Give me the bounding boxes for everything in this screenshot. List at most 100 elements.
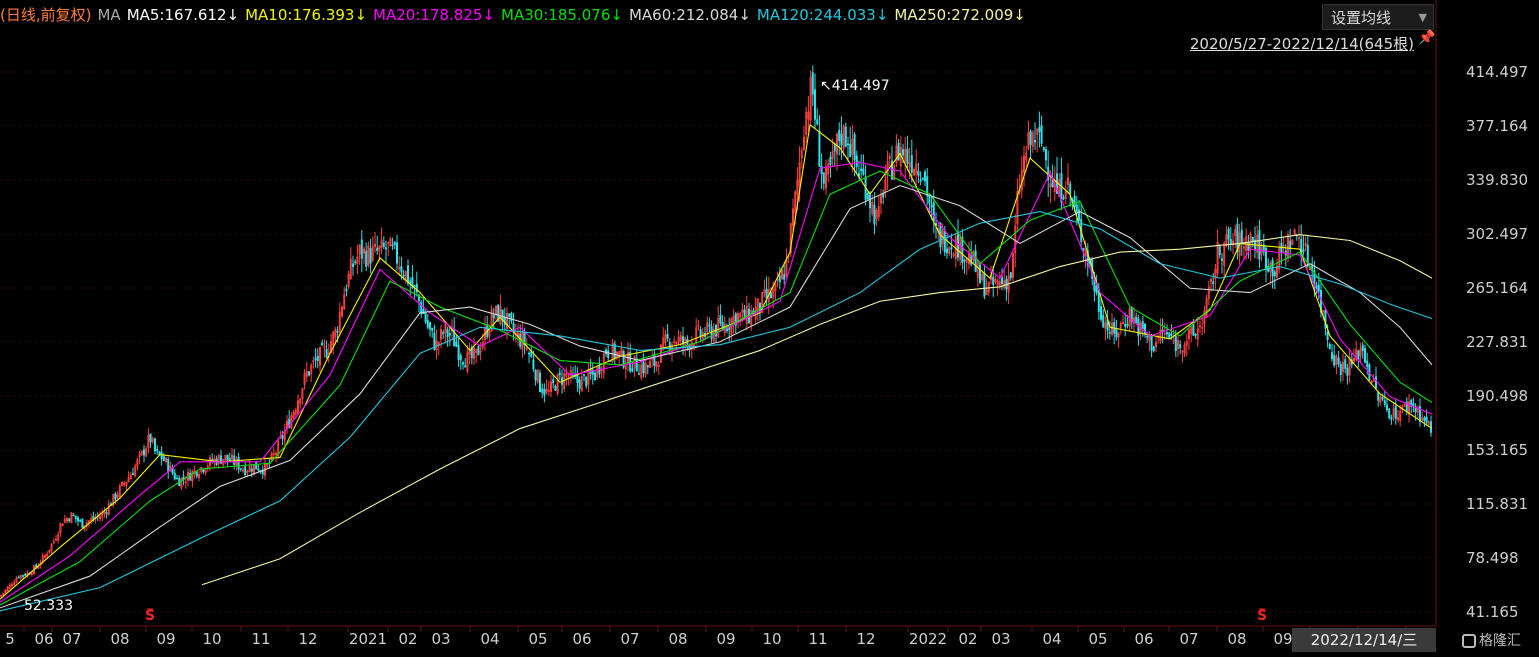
candle-body — [173, 472, 176, 480]
candle-body — [360, 239, 363, 259]
candle-body — [1146, 335, 1149, 338]
candlestick-chart[interactable]: 41.165 78.498 115.831 153.165 190.498 227.831… — [0, 0, 1539, 657]
cursor-date-label: 2022/12/14/三 — [1292, 628, 1436, 652]
candle-body — [1179, 344, 1182, 349]
candle-body — [1394, 406, 1397, 420]
candle-body — [554, 385, 557, 391]
candle-body — [1337, 357, 1340, 365]
candle-body — [233, 455, 236, 465]
candle-body — [868, 194, 871, 209]
candle-body — [1375, 376, 1378, 389]
candle-body — [336, 330, 339, 333]
y-tick-label: 414.497 — [1466, 63, 1528, 81]
candle-body — [426, 320, 429, 328]
candle-body — [1229, 239, 1232, 245]
candle-body — [783, 274, 786, 280]
candle-body — [391, 244, 394, 247]
x-tick-label: 10 — [202, 630, 221, 648]
candle-body — [1386, 404, 1389, 411]
candle-body — [1366, 360, 1369, 368]
candle-body — [1168, 332, 1171, 339]
x-tick-label: 02 — [958, 630, 977, 648]
candle-body — [202, 469, 205, 472]
candle-body — [855, 155, 858, 167]
candle-body — [543, 388, 546, 396]
candle-body — [428, 322, 431, 330]
candle-body — [244, 466, 247, 476]
candle-body — [917, 170, 920, 176]
candle-body — [74, 515, 77, 520]
candle-body — [154, 438, 157, 452]
candle-body — [1423, 417, 1426, 421]
candle-body — [477, 346, 480, 356]
candle-body — [576, 374, 579, 383]
candle-body — [1317, 284, 1320, 292]
x-tick-label: 12 — [856, 630, 875, 648]
candle-body — [932, 202, 935, 222]
candle-body — [901, 149, 904, 156]
candle-body — [530, 351, 533, 358]
candle-body — [1221, 258, 1224, 261]
candle-body — [943, 230, 946, 253]
candle-body — [853, 134, 856, 161]
candle-body — [1042, 147, 1045, 151]
candle-body — [1135, 316, 1138, 324]
candle-body — [642, 360, 645, 374]
candle-body — [1273, 271, 1276, 276]
x-tick-label: 03 — [431, 630, 450, 648]
watermark-logo: 格隆汇 — [1462, 629, 1521, 653]
candle-body — [1326, 331, 1329, 340]
candle-body — [637, 373, 640, 375]
ma-line-ma20 — [0, 161, 1433, 603]
candle-body — [813, 89, 816, 120]
candle-body — [822, 172, 825, 184]
x-tick-label: 07 — [62, 630, 81, 648]
candle-body — [1333, 355, 1336, 366]
candle-body — [552, 379, 555, 384]
candle-body — [1218, 246, 1221, 255]
y-tick-label: 377.164 — [1466, 117, 1528, 135]
candle-body — [1034, 140, 1037, 143]
candle-body — [461, 362, 464, 365]
candle-body — [945, 248, 948, 254]
candle-body — [974, 250, 977, 272]
candle-body — [631, 368, 634, 372]
candle-body — [226, 454, 229, 461]
candle-body — [1166, 332, 1169, 335]
candle-body — [1040, 125, 1043, 144]
candle-body — [1075, 204, 1078, 214]
candle-body — [829, 156, 832, 165]
candle-body — [538, 372, 541, 393]
candle-body — [578, 379, 581, 389]
candle-body — [1115, 328, 1118, 338]
candle-body — [719, 314, 722, 324]
candle-body — [840, 133, 843, 146]
candle-body — [906, 148, 909, 164]
candle-body — [527, 352, 530, 355]
candle-body — [1251, 236, 1254, 242]
candle-body — [395, 242, 398, 264]
candle-body — [534, 370, 537, 381]
logo-icon — [1462, 634, 1476, 648]
candle-body — [1302, 249, 1305, 253]
x-tick-label: 04 — [480, 630, 499, 648]
candle-body — [921, 178, 924, 180]
candle-body — [409, 280, 412, 284]
candle-body — [369, 248, 372, 264]
candle-body — [811, 72, 814, 95]
candle-body — [873, 204, 876, 225]
candle-body — [72, 514, 75, 517]
candle-body — [1390, 417, 1393, 420]
candle-body — [382, 242, 385, 247]
x-tick-label: 06 — [572, 630, 591, 648]
candle-body — [992, 276, 995, 285]
signal-marker: S — [1257, 608, 1267, 624]
candle-body — [860, 168, 863, 172]
candle-body — [1062, 197, 1065, 199]
candle-body — [593, 372, 596, 380]
candle-body — [961, 237, 964, 264]
candle-body — [1069, 183, 1072, 194]
candle-body — [862, 168, 865, 175]
candle-body — [1102, 315, 1105, 328]
candle-body — [930, 204, 933, 208]
